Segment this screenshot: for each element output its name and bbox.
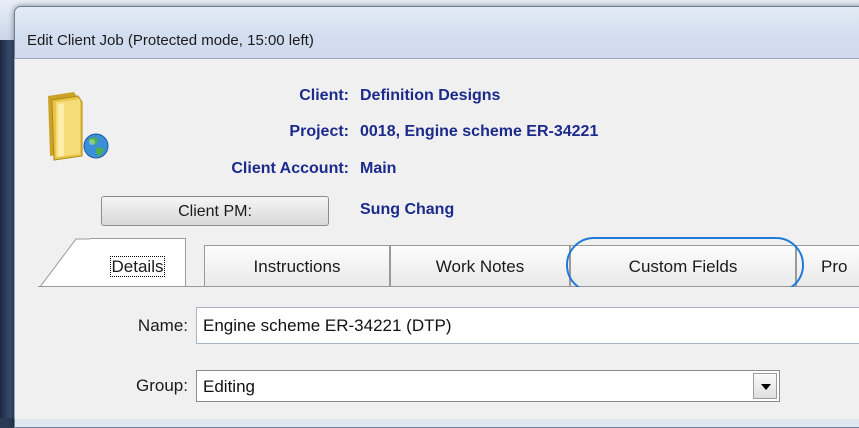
tab-instructions-label: Instructions (253, 257, 341, 276)
group-select-value: Editing (203, 377, 255, 396)
project-label: Project: (289, 123, 349, 140)
client-value: Definition Designs (360, 87, 501, 104)
title-bar[interactable]: Edit Client Job (Protected mode, 15:00 l… (15, 7, 859, 65)
client-pm-button[interactable]: Client PM: (101, 196, 329, 226)
tab-custom-fields-label: Custom Fields (628, 257, 738, 276)
client-pm-value: Sung Chang (360, 201, 455, 218)
tab-instructions[interactable]: Instructions (204, 245, 390, 286)
chevron-down-icon[interactable] (753, 373, 777, 399)
name-label: Name: (137, 316, 188, 335)
tab-custom-fields[interactable]: Custom Fields (570, 245, 796, 286)
name-field[interactable] (196, 307, 859, 344)
window-title: Edit Client Job (Protected mode, 15:00 l… (27, 32, 314, 49)
tab-pro-label: Pro (821, 257, 848, 276)
client-account-value: Main (360, 160, 397, 177)
client-account-label: Client Account: (231, 160, 349, 177)
tab-details-label: Details (109, 256, 166, 277)
tab-work-notes-label: Work Notes (435, 257, 525, 276)
tab-pro[interactable]: Pro (796, 245, 859, 286)
folder-globe-icon (48, 92, 109, 161)
tab-details[interactable]: Details (90, 238, 186, 287)
client-label: Client: (299, 87, 349, 104)
group-select[interactable]: Editing (196, 370, 780, 402)
group-label: Group: (136, 376, 188, 395)
project-value: 0018, Engine scheme ER-34221 (360, 123, 599, 140)
tab-work-notes[interactable]: Work Notes (390, 245, 570, 286)
